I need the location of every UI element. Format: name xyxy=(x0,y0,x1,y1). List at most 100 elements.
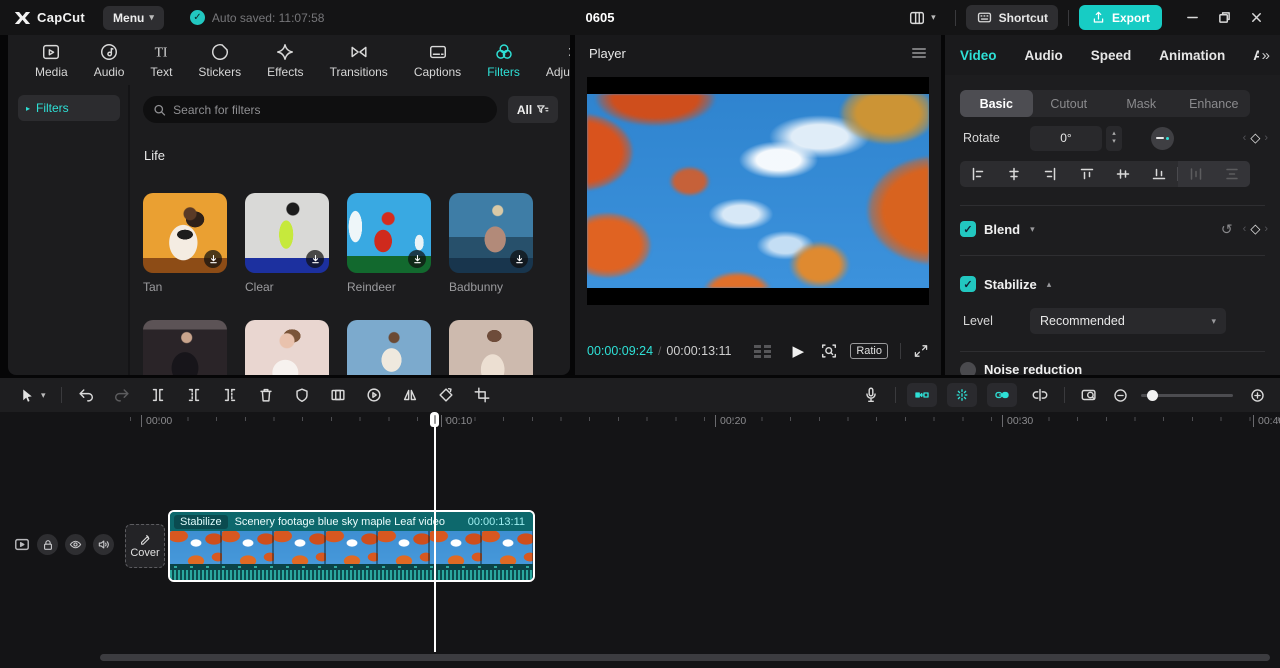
tab-captions[interactable]: Captions xyxy=(401,42,474,79)
align-right-icon[interactable] xyxy=(1032,167,1068,181)
filter-item[interactable] xyxy=(143,320,227,375)
prev-keyframe-icon[interactable]: ‹ xyxy=(1243,223,1247,235)
subtab-mask[interactable]: Mask xyxy=(1105,90,1178,117)
tab-animation[interactable]: Animation xyxy=(1159,48,1225,63)
player-menu-icon[interactable] xyxy=(911,46,927,60)
filter-item[interactable] xyxy=(449,320,533,375)
unlink-preview-button[interactable] xyxy=(1022,386,1058,404)
restore-button[interactable] xyxy=(1210,4,1238,32)
filter-thumbnail[interactable] xyxy=(347,193,431,273)
crop-button[interactable] xyxy=(464,386,500,404)
delete-left-button[interactable] xyxy=(176,386,212,404)
tab-transitions[interactable]: Transitions xyxy=(317,42,401,79)
hide-track-button[interactable] xyxy=(65,534,86,555)
align-left-icon[interactable] xyxy=(960,167,996,181)
subtab-enhance[interactable]: Enhance xyxy=(1178,90,1251,117)
playhead-handle[interactable] xyxy=(430,412,439,427)
chevron-up-icon[interactable]: ▴ xyxy=(1047,279,1052,290)
filter-thumbnail[interactable] xyxy=(245,193,329,273)
chevron-down-icon[interactable]: ▾ xyxy=(1030,224,1035,235)
minimize-button[interactable] xyxy=(1178,4,1206,32)
horizontal-scrollbar[interactable] xyxy=(100,654,1270,661)
timeline-ruler[interactable]: 00:00 00:10 00:20 00:30 00:40 xyxy=(0,412,1280,434)
split-button[interactable] xyxy=(140,386,176,404)
noise-reduction-checkbox[interactable] xyxy=(960,362,976,375)
video-preview[interactable] xyxy=(587,94,929,288)
filter-search[interactable] xyxy=(143,96,497,123)
tab-text[interactable]: TI Text xyxy=(137,42,185,78)
stabilize-checkbox[interactable]: ✓ xyxy=(960,276,976,292)
rotate-dial[interactable] xyxy=(1151,126,1174,150)
overlay-button[interactable] xyxy=(320,386,356,404)
search-input[interactable] xyxy=(173,102,487,117)
playhead[interactable] xyxy=(430,412,439,652)
subtab-basic[interactable]: Basic xyxy=(960,90,1033,117)
rotate-stepper[interactable]: ▴ ▾ xyxy=(1106,125,1122,151)
prev-keyframe-icon[interactable]: ‹ xyxy=(1243,132,1247,144)
preview-quality-icon[interactable] xyxy=(753,344,771,358)
level-select[interactable]: Recommended ▾ xyxy=(1030,308,1226,334)
filter-item[interactable] xyxy=(245,320,329,375)
link-clips-toggle[interactable] xyxy=(987,383,1017,407)
tab-effects[interactable]: Effects xyxy=(254,42,316,79)
align-bottom-icon[interactable] xyxy=(1141,167,1177,181)
tab-audio[interactable]: Audio xyxy=(81,42,138,79)
speed-button[interactable] xyxy=(356,386,392,404)
filter-thumbnail[interactable] xyxy=(449,320,533,375)
filter-item[interactable] xyxy=(347,320,431,375)
tab-media[interactable]: Media xyxy=(22,42,81,79)
distribute-horizontal-icon[interactable] xyxy=(1178,167,1214,181)
filter-item-badbunny[interactable]: Badbunny xyxy=(449,193,533,294)
shortcut-button[interactable]: Shortcut xyxy=(965,5,1058,30)
rotate-button[interactable] xyxy=(428,386,464,404)
record-voiceover-button[interactable] xyxy=(853,386,889,404)
filter-category-all-button[interactable]: All xyxy=(508,96,558,123)
subtab-cutout[interactable]: Cutout xyxy=(1033,90,1106,117)
tab-stickers[interactable]: Stickers xyxy=(185,42,254,79)
auto-ripple-toggle[interactable] xyxy=(907,383,937,407)
smart-zoom-icon[interactable] xyxy=(820,342,838,360)
tab-clipped[interactable]: A xyxy=(1253,48,1259,63)
redo-button[interactable] xyxy=(104,386,140,404)
align-center-vertical-icon[interactable] xyxy=(1105,167,1141,181)
video-clip[interactable]: Stabilize Scenery footage blue sky maple… xyxy=(168,510,535,582)
tab-adjustment[interactable]: Adjustment xyxy=(533,42,570,79)
main-track-magnet-toggle[interactable] xyxy=(947,383,977,407)
ratio-button[interactable]: Ratio xyxy=(850,343,888,359)
blend-checkbox[interactable]: ✓ xyxy=(960,221,976,237)
tab-video[interactable]: Video xyxy=(960,48,997,63)
more-tabs-chevron-icon[interactable]: » xyxy=(1262,47,1270,64)
select-tool-button[interactable]: ▾ xyxy=(10,387,55,404)
mask-button[interactable] xyxy=(284,386,320,404)
mirror-button[interactable] xyxy=(392,386,428,404)
filter-thumbnail[interactable] xyxy=(245,320,329,375)
reset-icon[interactable]: ↺ xyxy=(1221,221,1233,238)
delete-button[interactable] xyxy=(248,386,284,404)
keyframe-icon[interactable]: ◇ xyxy=(1250,221,1260,237)
timeline-zoom-slider[interactable] xyxy=(1141,389,1233,401)
next-keyframe-icon[interactable]: › xyxy=(1264,132,1268,144)
align-top-icon[interactable] xyxy=(1069,167,1105,181)
filter-thumbnail[interactable] xyxy=(143,193,227,273)
tab-audio-inspector[interactable]: Audio xyxy=(1025,48,1063,63)
rotate-value-input[interactable]: 0° xyxy=(1030,125,1102,151)
filter-item-tan[interactable]: Tan xyxy=(143,193,227,294)
tab-filters[interactable]: Filters xyxy=(474,42,533,79)
zoom-in-button[interactable] xyxy=(1241,387,1270,404)
filter-item-reindeer[interactable]: Reindeer xyxy=(347,193,431,294)
mute-track-button[interactable] xyxy=(93,534,114,555)
timeline[interactable]: 00:00 00:10 00:20 00:30 00:40 Cover Stab… xyxy=(0,412,1280,668)
sidebar-item-filters[interactable]: ▸ Filters xyxy=(18,95,120,121)
keyframe-icon[interactable]: ◇ xyxy=(1250,130,1260,146)
tab-speed[interactable]: Speed xyxy=(1091,48,1132,63)
undo-button[interactable] xyxy=(68,386,104,404)
preview-axis-button[interactable] xyxy=(1071,386,1108,404)
menu-button[interactable]: Menu ▾ xyxy=(103,5,164,30)
align-center-horizontal-icon[interactable] xyxy=(996,167,1032,181)
zoom-slider-handle[interactable] xyxy=(1147,389,1158,401)
lock-track-button[interactable] xyxy=(37,534,58,555)
zoom-out-button[interactable] xyxy=(1108,387,1133,404)
filter-thumbnail[interactable] xyxy=(347,320,431,375)
delete-right-button[interactable] xyxy=(212,386,248,404)
filter-thumbnail[interactable] xyxy=(143,320,227,375)
